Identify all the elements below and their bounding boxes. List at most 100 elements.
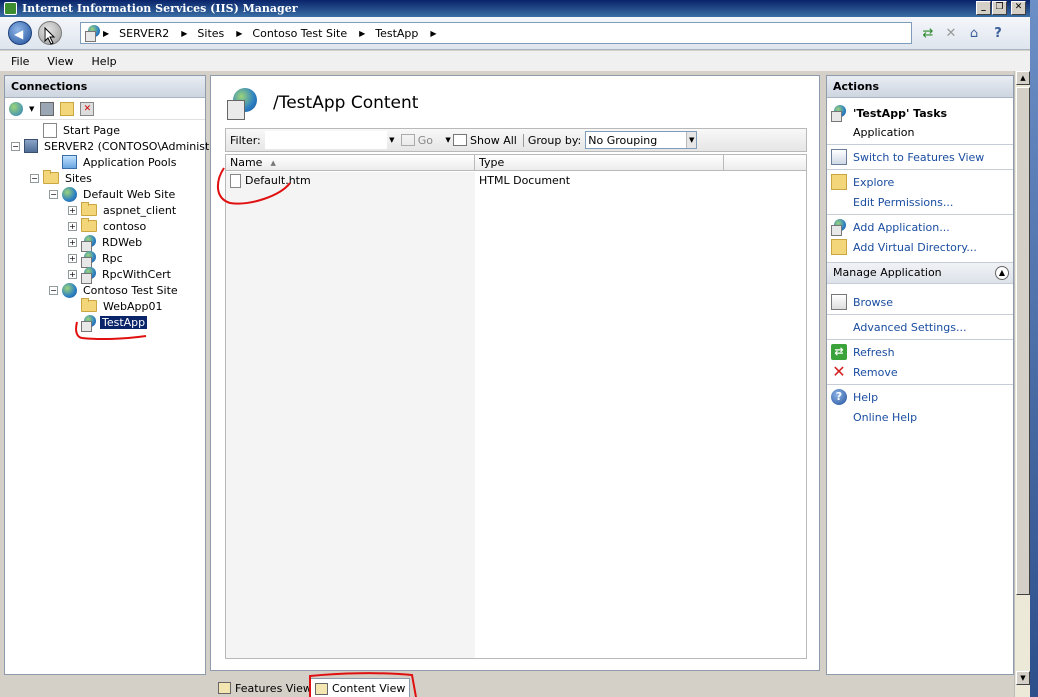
collapse-minus-icon[interactable]: − bbox=[30, 173, 39, 183]
expand-plus-icon[interactable]: + bbox=[68, 205, 77, 215]
tab-content-view[interactable]: Content View bbox=[310, 678, 411, 697]
tree-item[interactable]: + Rpc bbox=[68, 250, 125, 268]
menu-view[interactable]: View bbox=[47, 55, 73, 68]
application-large-icon bbox=[227, 88, 257, 120]
tree-item-label: SERVER2 (CONTOSO\Administra bbox=[44, 139, 221, 153]
collapse-chevron-up-icon[interactable]: ▲ bbox=[995, 266, 1009, 280]
folder-icon bbox=[81, 298, 97, 312]
expand-plus-icon[interactable]: + bbox=[68, 221, 77, 231]
refresh-page-icon[interactable]: ⇄ bbox=[918, 23, 938, 43]
menu-help[interactable]: Help bbox=[92, 55, 117, 68]
iis-app-icon bbox=[4, 2, 17, 15]
home-icon[interactable]: ⌂ bbox=[964, 23, 984, 43]
binoculars-icon bbox=[400, 134, 415, 146]
tree-item[interactable]: − Sites bbox=[30, 170, 94, 186]
tree-item[interactable]: − Default Web Site bbox=[49, 186, 177, 202]
breadcrumb-label: SERVER2 bbox=[119, 26, 170, 40]
server-icon bbox=[24, 139, 38, 153]
help-dropdown-icon[interactable]: ? bbox=[988, 23, 1008, 43]
go-button[interactable]: Go bbox=[400, 134, 433, 147]
manage-application-header[interactable]: Manage Application ▲ bbox=[827, 262, 1013, 284]
explore-link[interactable]: Explore bbox=[831, 173, 894, 191]
menu-file[interactable]: File bbox=[11, 55, 29, 68]
save-icon[interactable] bbox=[40, 101, 55, 116]
explore-icon bbox=[831, 174, 847, 190]
start-page-icon bbox=[43, 122, 57, 138]
scroll-up-icon[interactable]: ▲ bbox=[1016, 71, 1030, 85]
tree-item-label: aspnet_client bbox=[103, 203, 177, 217]
tree-item[interactable]: + RpcWithCert bbox=[68, 266, 173, 284]
remove-x-icon: ✕ bbox=[832, 362, 846, 381]
breadcrumb-sites[interactable]: ▶ Sites bbox=[181, 27, 224, 40]
column-header-name[interactable]: Name ▲ bbox=[226, 155, 475, 171]
action-label: Remove bbox=[853, 365, 898, 379]
action-label: Advanced Settings... bbox=[853, 320, 967, 334]
tree-item[interactable]: WebApp01 bbox=[68, 298, 164, 314]
group-by-select[interactable]: No Grouping ▼ bbox=[585, 131, 698, 149]
switch-to-features-view-link[interactable]: Switch to Features View bbox=[831, 148, 984, 166]
column-name-label: Name bbox=[230, 156, 263, 169]
breadcrumb-contoso-test-site[interactable]: ▶ Contoso Test Site bbox=[236, 27, 347, 40]
go-dropdown-icon[interactable]: ▼ bbox=[443, 131, 453, 149]
application-icon bbox=[81, 250, 96, 268]
add-virtual-directory-link[interactable]: Add Virtual Directory... bbox=[831, 238, 977, 256]
action-label: Switch to Features View bbox=[853, 150, 985, 164]
tree-item[interactable]: − SERVER2 (CONTOSO\Administra bbox=[11, 138, 223, 154]
up-folder-icon[interactable] bbox=[60, 101, 75, 116]
filter-label: Filter: bbox=[230, 133, 261, 147]
tree-item[interactable]: + contoso bbox=[68, 218, 148, 234]
breadcrumb-testapp[interactable]: ▶ TestApp bbox=[359, 27, 418, 40]
tree-item[interactable]: Application Pools bbox=[49, 154, 178, 170]
features-view-icon bbox=[218, 682, 231, 694]
connect-dropdown-icon[interactable]: ▼ bbox=[29, 105, 34, 113]
connect-globe-icon[interactable] bbox=[9, 101, 23, 116]
vertical-scrollbar[interactable]: ▲ ▼ bbox=[1014, 71, 1030, 697]
collapse-minus-icon[interactable]: − bbox=[49, 285, 58, 295]
stop-icon[interactable]: ✕ bbox=[941, 23, 961, 43]
content-panel: /TestApp Content Filter: ▼ Go ▼ Show All… bbox=[210, 75, 820, 671]
tab-features-view[interactable]: Features View bbox=[214, 678, 316, 697]
back-button[interactable]: ◀ bbox=[8, 21, 32, 45]
tree-item[interactable]: − Contoso Test Site bbox=[49, 282, 180, 298]
expand-plus-icon[interactable]: + bbox=[68, 237, 77, 247]
expand-plus-icon[interactable]: + bbox=[68, 269, 77, 279]
remove-link[interactable]: ✕ Remove bbox=[831, 362, 898, 381]
action-label: Refresh bbox=[853, 345, 895, 359]
edit-permissions-link[interactable]: Edit Permissions... bbox=[853, 193, 953, 211]
expand-plus-icon[interactable]: + bbox=[68, 253, 77, 263]
actions-header: Actions bbox=[827, 76, 1013, 98]
collapse-minus-icon[interactable]: − bbox=[49, 189, 58, 199]
online-help-link[interactable]: Online Help bbox=[853, 408, 917, 426]
add-application-link[interactable]: Add Application... bbox=[831, 218, 950, 236]
help-link[interactable]: ? Help bbox=[831, 388, 878, 406]
globe-icon bbox=[62, 282, 77, 298]
show-all-button[interactable]: Show All bbox=[453, 134, 517, 147]
tree-item-label: TestApp bbox=[100, 315, 148, 329]
column-header-type[interactable]: Type bbox=[475, 155, 724, 171]
group-by-dropdown-icon[interactable]: ▼ bbox=[686, 132, 697, 148]
table-row[interactable]: Default.htm HTML Document bbox=[226, 172, 806, 189]
tree-item[interactable]: + aspnet_client bbox=[68, 202, 178, 218]
close-window-button[interactable]: ✕ bbox=[1011, 1, 1026, 15]
scroll-down-icon[interactable]: ▼ bbox=[1016, 671, 1030, 685]
scroll-thumb[interactable] bbox=[1016, 87, 1030, 595]
disconnect-icon[interactable]: ✕ bbox=[80, 101, 95, 116]
browse-link[interactable]: Browse bbox=[831, 293, 893, 311]
tree-item[interactable]: Start Page bbox=[30, 122, 122, 138]
address-app-icon bbox=[85, 25, 100, 42]
tree-item[interactable]: TestApp bbox=[68, 314, 148, 332]
collapse-minus-icon[interactable]: − bbox=[11, 141, 20, 151]
advanced-settings-link[interactable]: Advanced Settings... bbox=[853, 318, 966, 336]
refresh-link[interactable]: ⇄ Refresh bbox=[831, 343, 895, 361]
restore-button[interactable]: ❐ bbox=[992, 1, 1007, 15]
tree-item-label: Application Pools bbox=[83, 155, 177, 169]
action-label: Add Virtual Directory... bbox=[853, 240, 977, 254]
breadcrumb-more[interactable]: ▶ bbox=[430, 29, 446, 38]
tasks-subtitle: Application bbox=[853, 125, 915, 139]
filter-input[interactable] bbox=[264, 131, 387, 149]
minimize-button[interactable]: _ bbox=[976, 1, 991, 15]
tree-item[interactable]: + RDWeb bbox=[68, 234, 144, 252]
breadcrumb-server2[interactable]: ▶ SERVER2 bbox=[103, 27, 169, 40]
address-bar[interactable]: ▶ SERVER2 ▶ Sites ▶ Contoso Test Site ▶ Test… bbox=[80, 22, 912, 44]
filter-dropdown-icon[interactable]: ▼ bbox=[387, 131, 397, 149]
